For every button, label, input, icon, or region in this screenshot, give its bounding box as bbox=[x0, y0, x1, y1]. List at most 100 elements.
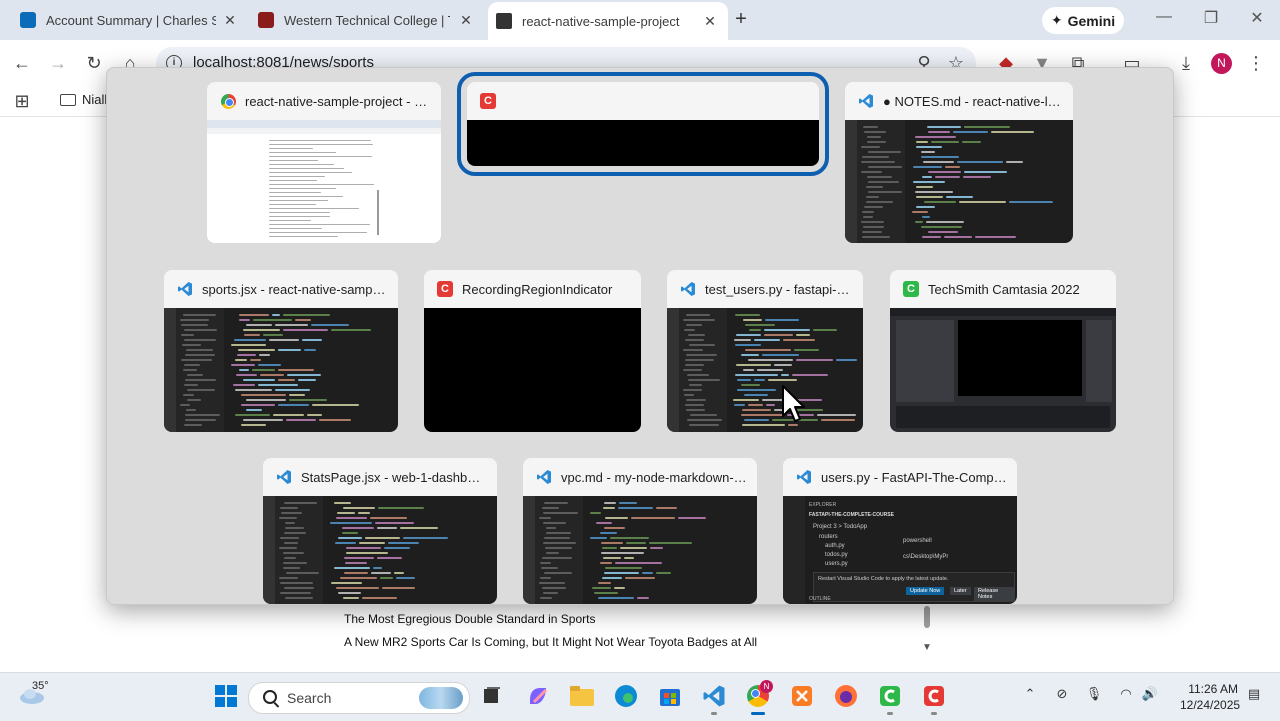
scroll-down-arrow-icon[interactable]: ▼ bbox=[922, 642, 932, 653]
vscode-taskbar-icon[interactable] bbox=[700, 682, 728, 710]
card-title: RecordingRegionIndicator bbox=[462, 281, 613, 297]
window-card-recording-region[interactable]: C RecordingRegionIndicator bbox=[424, 270, 641, 432]
card-header: users.py - FastAPI-The-Complete... bbox=[783, 458, 1017, 496]
tab-title: react-native-sample-project bbox=[522, 13, 680, 29]
xampp-icon[interactable] bbox=[788, 682, 816, 710]
forward-arrow-icon[interactable]: → bbox=[46, 52, 70, 74]
microsoft-store-icon[interactable] bbox=[656, 682, 684, 710]
show-hidden-icons-chevron-icon[interactable]: ⌃ bbox=[1020, 686, 1040, 702]
update-now-button: Update Now bbox=[906, 587, 945, 595]
back-arrow-icon[interactable]: ← bbox=[10, 52, 34, 74]
article-link[interactable]: A New MR2 Sports Car Is Coming, but It M… bbox=[344, 635, 757, 649]
card-title: StatsPage.jsx - web-1-dashboard... bbox=[301, 469, 497, 485]
mouse-cursor-icon bbox=[782, 385, 805, 422]
close-tab-icon[interactable]: ✕ bbox=[700, 13, 720, 30]
card-header: react-native-sample-project - Go... bbox=[207, 82, 441, 120]
notification-icon[interactable]: ▤ bbox=[1244, 686, 1264, 702]
card-header: test_users.py - fastapi-do... bbox=[667, 270, 863, 308]
card-title: vpc.md - my-node-markdown-bl... bbox=[561, 469, 755, 485]
article-link[interactable]: The Most Egregious Double Standard in Sp… bbox=[344, 612, 595, 626]
window-thumbnail bbox=[424, 308, 641, 432]
close-tab-icon[interactable]: ✕ bbox=[456, 12, 476, 29]
vscode-icon bbox=[275, 468, 293, 486]
bookmark-folder[interactable]: Niall bbox=[60, 92, 107, 107]
minimize-icon[interactable]: — bbox=[1152, 8, 1176, 26]
chrome-taskbar-icon[interactable]: N bbox=[744, 680, 773, 710]
clock-date: 12/24/2025 bbox=[1180, 698, 1241, 712]
window-card-notes-md[interactable]: ● NOTES.md - react-native-less... bbox=[845, 82, 1073, 243]
vscode-icon bbox=[535, 468, 553, 486]
window-card-recording-selected[interactable]: C bbox=[457, 72, 829, 176]
taskbar-clock[interactable]: 11:26 AM 12/24/2025 bbox=[1180, 681, 1241, 713]
volume-icon[interactable]: 🔊 bbox=[1140, 686, 1160, 702]
restore-icon[interactable]: ❐ bbox=[1199, 8, 1223, 28]
college-favicon-icon bbox=[258, 12, 274, 28]
tab-react-native-sample[interactable]: react-native-sample-project ✕ bbox=[488, 2, 728, 40]
edge-icon[interactable] bbox=[612, 682, 640, 710]
tree-item: routers bbox=[819, 534, 838, 540]
sparkle-icon: ✦ bbox=[1050, 12, 1063, 28]
wifi-icon[interactable]: ◠ bbox=[1116, 686, 1136, 702]
page-scrollbar[interactable] bbox=[924, 606, 930, 628]
tab-western-technical[interactable]: Western Technical College | The ✕ bbox=[258, 4, 476, 36]
card-title: users.py - FastAPI-The-Complete... bbox=[821, 469, 1017, 485]
tab-title: Western Technical College | The bbox=[284, 12, 450, 28]
apps-grid-icon[interactable]: ⊞ bbox=[10, 90, 34, 112]
card-header: C RecordingRegionIndicator bbox=[424, 270, 641, 308]
card-title: sports.jsx - react-native-sample-... bbox=[202, 281, 398, 297]
recording-indicator-icon: C bbox=[436, 280, 454, 298]
vscode-icon bbox=[679, 280, 697, 298]
window-thumbnail bbox=[263, 496, 497, 604]
window-card-sports-jsx[interactable]: sports.jsx - react-native-sample-... bbox=[164, 270, 398, 432]
menu-kebab-icon[interactable]: ⋮ bbox=[1244, 52, 1268, 74]
profile-avatar[interactable]: N bbox=[1211, 53, 1232, 74]
file-explorer-icon[interactable] bbox=[568, 682, 596, 710]
project-favicon-icon bbox=[496, 13, 512, 29]
camtasia-icon: C bbox=[902, 280, 920, 298]
card-title: ● NOTES.md - react-native-less... bbox=[883, 93, 1073, 109]
new-tab-button[interactable]: + bbox=[730, 8, 752, 31]
window-card-users-py[interactable]: users.py - FastAPI-The-Complete... EXPLO… bbox=[783, 458, 1017, 604]
download-icon[interactable]: ⤓ bbox=[1174, 52, 1198, 74]
network-off-icon[interactable]: ⊘ bbox=[1052, 686, 1072, 702]
gemini-label: Gemini bbox=[1067, 12, 1116, 29]
running-indicator bbox=[711, 712, 717, 715]
tree-item: users.py bbox=[825, 561, 848, 567]
camtasia-taskbar-icon[interactable] bbox=[876, 682, 904, 710]
window-thumbnail bbox=[667, 308, 863, 432]
tree-item: auth.py bbox=[825, 543, 845, 549]
window-card-test-users-py[interactable]: test_users.py - fastapi-do... bbox=[667, 270, 863, 432]
window-thumbnail bbox=[164, 308, 398, 432]
tree-item: Project 3 > TodoApp bbox=[813, 524, 868, 530]
card-header: sports.jsx - react-native-sample-... bbox=[164, 270, 398, 308]
later-button: Later bbox=[950, 587, 971, 595]
update-notification: Restart Visual Studio Code to apply the … bbox=[818, 576, 949, 582]
card-header: StatsPage.jsx - web-1-dashboard... bbox=[263, 458, 497, 496]
task-view-icon[interactable] bbox=[478, 682, 506, 710]
vscode-icon bbox=[857, 92, 875, 110]
window-card-camtasia[interactable]: C TechSmith Camtasia 2022 bbox=[890, 270, 1116, 432]
tab-account-summary[interactable]: Account Summary | Charles Sch ✕ bbox=[20, 4, 240, 36]
window-card-chrome[interactable]: react-native-sample-project - Go... bbox=[207, 82, 441, 243]
reload-icon[interactable]: ↻ bbox=[82, 52, 106, 74]
search-label: Search bbox=[287, 690, 332, 706]
card-header: vpc.md - my-node-markdown-bl... bbox=[523, 458, 757, 496]
copilot-icon[interactable] bbox=[524, 682, 552, 710]
microphone-icon[interactable]: 🎙 bbox=[1084, 686, 1104, 702]
window-thumbnail bbox=[207, 120, 441, 243]
card-title: test_users.py - fastapi-do... bbox=[705, 281, 862, 297]
card-title: TechSmith Camtasia 2022 bbox=[928, 281, 1080, 297]
close-tab-icon[interactable]: ✕ bbox=[220, 12, 240, 29]
active-indicator bbox=[751, 712, 765, 715]
window-card-statspage-jsx[interactable]: StatsPage.jsx - web-1-dashboard... bbox=[263, 458, 497, 604]
tree-item: todos.py bbox=[825, 552, 848, 558]
windows-start-icon[interactable] bbox=[212, 682, 240, 710]
weather-temperature: 35° bbox=[32, 680, 49, 692]
gemini-button[interactable]: ✦ Gemini bbox=[1042, 7, 1124, 34]
firefox-icon[interactable] bbox=[832, 682, 860, 710]
recording-indicator-icon: C bbox=[479, 92, 497, 110]
close-window-icon[interactable]: ✕ bbox=[1245, 8, 1269, 28]
camtasia-recorder-taskbar-icon[interactable] bbox=[920, 682, 948, 710]
window-card-vpc-md[interactable]: vpc.md - my-node-markdown-bl... bbox=[523, 458, 757, 604]
taskbar-search[interactable]: Search bbox=[248, 682, 470, 714]
